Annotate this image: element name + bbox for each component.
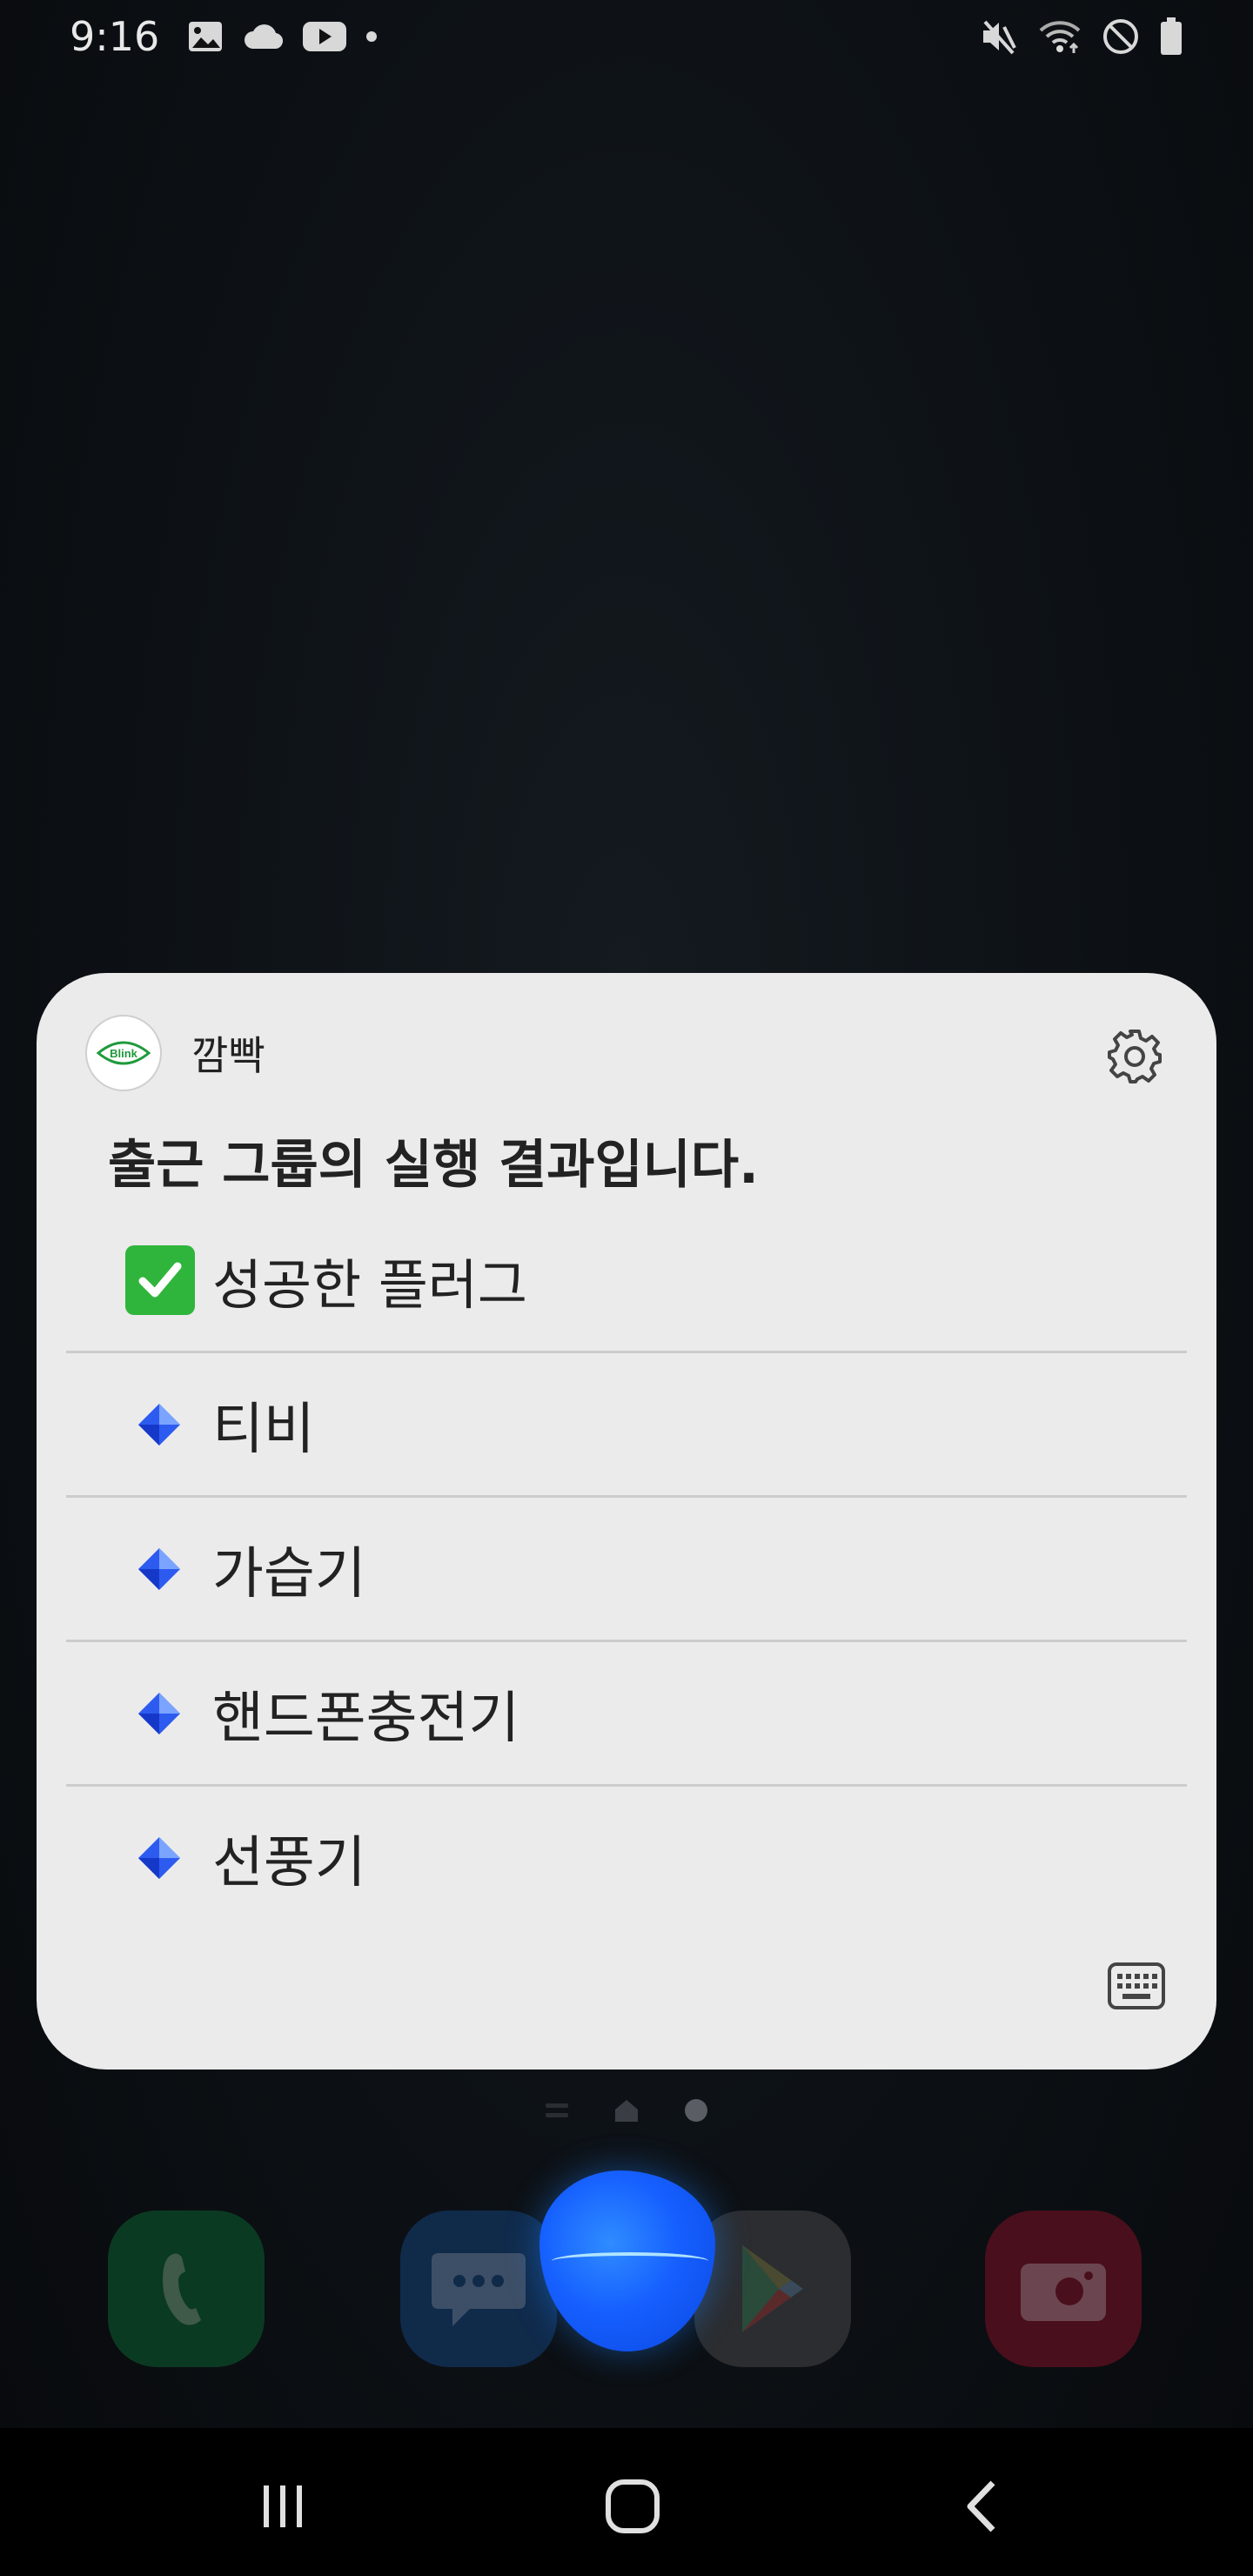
keyboard-icon: [1108, 1962, 1165, 2009]
recent-apps-icon: [264, 2485, 302, 2527]
success-header: 성공한 플러그: [125, 1241, 527, 1319]
home-icon: [606, 2479, 660, 2533]
page-indicator: [0, 2097, 1253, 2123]
blue-diamond-icon: [136, 1835, 183, 1882]
blue-diamond-icon: [136, 1401, 183, 1448]
blue-diamond-icon: [136, 1690, 183, 1737]
cloud-icon: [243, 23, 284, 50]
status-left: 9:16: [70, 13, 378, 60]
navigation-bar: [0, 2428, 1253, 2576]
do-not-disturb-icon: [1102, 17, 1140, 56]
current-page-dot[interactable]: [683, 2097, 709, 2123]
check-mark-icon: [125, 1245, 195, 1315]
messages-app-icon[interactable]: [400, 2210, 557, 2367]
list-item: 핸드폰충전기: [66, 1640, 1187, 1784]
notification-dot: [366, 31, 378, 42]
list-item-label: 핸드폰충전기: [212, 1686, 520, 1751]
menu-page-icon[interactable]: [544, 2100, 570, 2121]
result-headline: 출근 그룹의 실행 결과입니다.: [108, 1135, 759, 1196]
back-button[interactable]: [935, 2463, 1030, 2550]
recent-apps-button[interactable]: [235, 2463, 331, 2550]
settings-button[interactable]: [1103, 1025, 1166, 1088]
blink-logo-icon: Blink: [96, 1041, 151, 1065]
mute-icon: [980, 18, 1018, 55]
list-item: 선풍기: [66, 1784, 1187, 1929]
logo-text: Blink: [110, 1047, 138, 1060]
back-chevron-icon: [967, 2480, 995, 2532]
youtube-icon: [302, 20, 347, 53]
home-page-icon[interactable]: [613, 2097, 640, 2123]
keyboard-button[interactable]: [1105, 1960, 1168, 2012]
play-store-app-icon[interactable]: [694, 2210, 851, 2367]
app-logo: Blink: [85, 1015, 162, 1091]
list-item-label: 티비: [212, 1397, 315, 1462]
wifi-icon: [1037, 18, 1082, 55]
plug-list: 티비 가습기 핸드폰충전기 선풍기: [66, 1351, 1187, 1929]
battery-icon: [1159, 17, 1183, 56]
assistant-wave: [552, 2252, 708, 2270]
blue-diamond-icon: [136, 1546, 183, 1593]
success-label: 성공한 플러그: [212, 1253, 527, 1317]
status-time: 9:16: [70, 13, 160, 60]
card-header: Blink 깜빡: [85, 1015, 265, 1091]
list-item-label: 선풍기: [212, 1830, 366, 1895]
image-icon: [187, 20, 224, 53]
settings-gear-icon: [1108, 1030, 1162, 1083]
list-item: 가습기: [66, 1495, 1187, 1640]
phone-app-icon[interactable]: [108, 2210, 265, 2367]
camera-app-icon[interactable]: [985, 2210, 1142, 2367]
home-button[interactable]: [585, 2463, 680, 2550]
app-name: 깜빡: [191, 1032, 265, 1079]
status-bar: 9:16: [0, 0, 1253, 73]
list-item: 티비: [66, 1351, 1187, 1495]
assistant-card: Blink 깜빡 출근 그룹의 실행 결과입니다. 성공한 플러그 티비 가습기…: [37, 973, 1216, 2070]
list-item-label: 가습기: [212, 1541, 366, 1607]
status-right: [980, 17, 1183, 56]
